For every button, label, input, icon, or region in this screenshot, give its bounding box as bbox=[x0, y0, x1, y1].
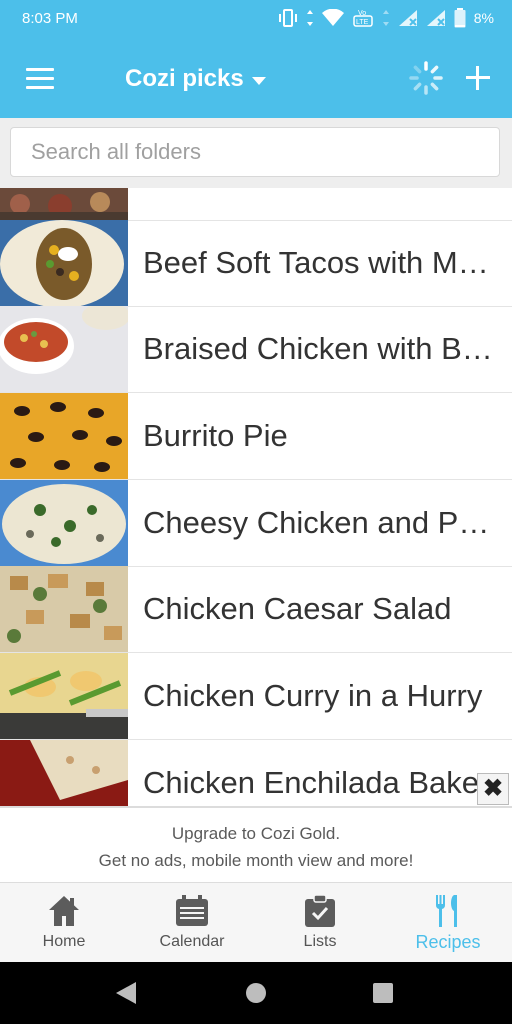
data-arrows-icon bbox=[306, 10, 313, 26]
recipe-name: Beef Soft Tacos with Mango Salsa bbox=[143, 245, 498, 280]
status-icons: LTE Vo 8% bbox=[278, 8, 494, 28]
fork-knife-icon bbox=[435, 895, 457, 927]
recipe-thumbnail bbox=[0, 306, 128, 392]
list-item[interactable]: Cheesy Chicken and Pasta bbox=[0, 480, 512, 567]
nav-label: Recipes bbox=[415, 932, 481, 952]
clipboard-check-icon bbox=[305, 894, 335, 927]
page-title: Cozi picks bbox=[125, 65, 244, 92]
upgrade-title: Upgrade to Cozi Gold. bbox=[171, 824, 341, 843]
back-icon[interactable] bbox=[116, 982, 136, 1004]
list-item[interactable]: Braised Chicken with Beans bbox=[0, 306, 512, 393]
list-item[interactable]: Beef Soft Tacos with Mango Salsa bbox=[0, 220, 512, 307]
calendar-icon bbox=[176, 895, 208, 926]
nav-lists[interactable]: Lists bbox=[256, 883, 384, 963]
nav-label: Lists bbox=[303, 933, 337, 950]
list-item[interactable]: Burrito Pie bbox=[0, 393, 512, 480]
bottom-nav: Home Calendar Lists Recipes bbox=[0, 882, 512, 963]
signal-icon bbox=[426, 10, 445, 26]
recipe-name: Chicken Curry in a Hurry bbox=[143, 678, 483, 713]
recents-icon[interactable] bbox=[373, 983, 393, 1003]
list-item[interactable]: Chicken Curry in a Hurry bbox=[0, 653, 512, 740]
svg-text:Vo: Vo bbox=[358, 10, 366, 17]
recipe-thumbnail bbox=[0, 740, 128, 806]
status-time: 8:03 PM bbox=[22, 10, 78, 27]
wifi-icon bbox=[321, 9, 344, 26]
upgrade-banner[interactable]: Upgrade to Cozi Gold. Get no ads, mobile… bbox=[0, 806, 512, 884]
list-item[interactable]: Beef-Stew Skillet bbox=[0, 188, 512, 221]
svg-text:LTE: LTE bbox=[356, 19, 369, 26]
search-input[interactable] bbox=[10, 127, 500, 177]
list-item[interactable]: Chicken Enchilada Bake bbox=[0, 740, 512, 806]
add-icon[interactable] bbox=[464, 64, 492, 92]
folder-picker[interactable]: Cozi picks bbox=[125, 65, 266, 93]
signal-icon bbox=[382, 10, 389, 26]
nav-label: Home bbox=[42, 933, 86, 950]
recipe-thumbnail bbox=[0, 566, 128, 652]
nav-calendar[interactable]: Calendar bbox=[128, 883, 256, 963]
battery-icon bbox=[454, 8, 466, 28]
home-icon bbox=[49, 896, 79, 926]
system-nav-bar bbox=[0, 962, 512, 1024]
recipe-name: Braised Chicken with Beans bbox=[143, 331, 498, 366]
status-bar: 8:03 PM LTE Vo 8% bbox=[0, 0, 512, 38]
recipe-name: Beef-Stew Skillet bbox=[143, 188, 498, 196]
nav-label: Calendar bbox=[159, 933, 225, 950]
recipe-thumbnail bbox=[0, 393, 128, 479]
recipe-name: Chicken Enchilada Bake bbox=[143, 765, 480, 800]
list-item[interactable]: Chicken Caesar Salad bbox=[0, 566, 512, 653]
app-header: 8:03 PM LTE Vo 8% Cozi picks bbox=[0, 0, 512, 118]
signal-icon bbox=[398, 10, 417, 26]
battery-percent: 8% bbox=[473, 10, 494, 26]
recipe-name: Chicken Caesar Salad bbox=[143, 591, 452, 626]
upgrade-subtitle: Get no ads, mobile month view and more! bbox=[98, 851, 414, 870]
app-bar: Cozi picks bbox=[0, 38, 512, 118]
recipe-list[interactable]: Beef-Stew Skillet Beef Soft Tacos with M… bbox=[0, 188, 512, 806]
menu-icon[interactable] bbox=[26, 68, 54, 90]
nav-home[interactable]: Home bbox=[0, 883, 128, 963]
home-circle-icon[interactable] bbox=[246, 983, 266, 1003]
recipe-thumbnail bbox=[0, 480, 128, 566]
recipe-thumbnail bbox=[0, 653, 128, 739]
recipe-thumbnail bbox=[0, 188, 128, 220]
dropdown-caret-icon bbox=[251, 76, 266, 85]
recipe-thumbnail bbox=[0, 220, 128, 306]
recipe-name: Burrito Pie bbox=[143, 418, 288, 453]
sync-spinner-icon bbox=[409, 61, 443, 95]
vibrate-icon bbox=[278, 9, 297, 27]
volte-icon: LTE Vo bbox=[353, 10, 373, 27]
search-bar bbox=[0, 118, 512, 188]
close-icon[interactable]: ✖ bbox=[477, 773, 509, 805]
recipe-name: Cheesy Chicken and Pasta bbox=[143, 505, 498, 540]
nav-recipes[interactable]: Recipes bbox=[384, 883, 512, 963]
